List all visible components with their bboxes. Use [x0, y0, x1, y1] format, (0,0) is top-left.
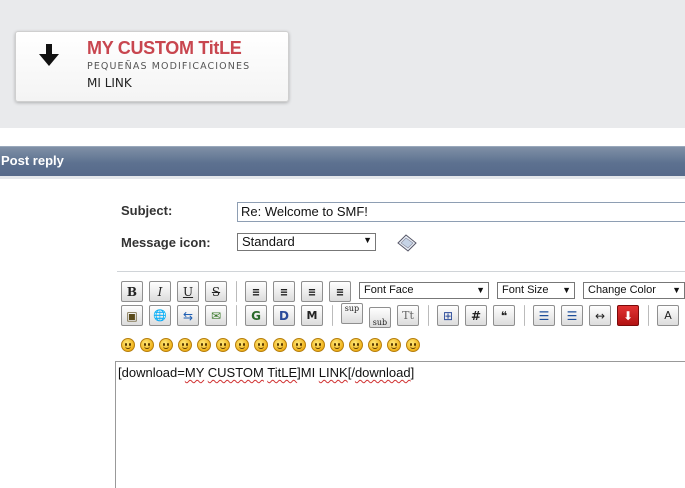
smiley-icon[interactable]	[178, 338, 192, 352]
email-icon: ✉	[210, 308, 222, 323]
horizontal-rule-button[interactable]: ↔	[589, 305, 611, 326]
smiley-icon[interactable]	[197, 338, 211, 352]
quote-button[interactable]: ❝	[493, 305, 515, 326]
smiley-icon[interactable]	[273, 338, 287, 352]
download-arrow-icon	[39, 44, 59, 66]
smiley-icon[interactable]	[235, 338, 249, 352]
superscript-button[interactable]: sup	[341, 303, 363, 324]
card-title: MY CUSTOM TitLE	[87, 38, 242, 58]
bbcode-text: [/	[347, 365, 355, 380]
insert-image-button[interactable]: ▣	[121, 305, 143, 326]
toggle-view-button[interactable]: A	[657, 305, 679, 326]
table-icon: ⊞	[442, 308, 454, 323]
align-left-button[interactable]: ≡	[245, 281, 267, 302]
chevron-down-icon: ▼	[562, 285, 571, 295]
spellcheck-word: TitLE	[267, 365, 298, 380]
toolbar-separator	[236, 281, 237, 302]
spellcheck-word: LINK	[318, 365, 348, 380]
toolbar-separator	[332, 305, 333, 326]
chevron-down-icon: ▼	[476, 285, 485, 295]
font-size-select[interactable]: Font Size ▼	[497, 282, 575, 299]
chevron-down-icon: ▼	[363, 235, 372, 245]
shadow-button[interactable]: D	[273, 305, 295, 326]
spellcheck-word: MY	[184, 365, 205, 380]
smiley-icon[interactable]	[368, 338, 382, 352]
subscript-button[interactable]: sub	[369, 307, 391, 328]
change-color-select[interactable]: Change Color ▼	[583, 282, 685, 299]
toolbar-separator	[236, 305, 237, 326]
smiley-icon[interactable]	[406, 338, 420, 352]
message-icon-label: Message icon:	[121, 235, 211, 250]
header-subbar	[0, 176, 685, 179]
toggle-view-icon: A	[664, 309, 672, 322]
image-icon: ▣	[126, 308, 138, 323]
align-center-button[interactable]: ≡	[301, 281, 323, 302]
subject-label: Subject:	[121, 203, 173, 218]
font-face-value: Font Face	[364, 284, 414, 296]
font-face-select[interactable]: Font Face ▼	[359, 282, 489, 299]
spellcheck-word: CUSTOM	[207, 365, 264, 380]
message-icon-preview-icon	[397, 234, 417, 252]
marquee-button[interactable]: M	[301, 305, 323, 326]
globe-icon: 🌐	[153, 309, 167, 322]
strikethrough-button[interactable]: S	[205, 281, 227, 302]
card-link[interactable]: MI LINK	[87, 76, 132, 90]
smiley-icon[interactable]	[387, 338, 401, 352]
toolbar-separator	[648, 305, 649, 326]
horizontal-rule-icon: ↔	[594, 308, 606, 323]
bbcode-text: ]	[410, 365, 415, 380]
custom-download-card[interactable]: MY CUSTOM TitLE PEQUEÑAS MODIFICACIONES …	[15, 31, 289, 102]
underline-button[interactable]: U	[177, 281, 199, 302]
bold-button[interactable]: B	[121, 281, 143, 302]
download-button[interactable]: ⬇	[617, 305, 639, 326]
message-icon-select[interactable]: Standard ▼	[237, 233, 376, 251]
numbered-list-icon: ☰	[566, 308, 578, 323]
bbcode-text: [download=	[118, 365, 185, 380]
font-size-value: Font Size	[502, 284, 549, 296]
bullet-list-button[interactable]: ☰	[533, 305, 555, 326]
message-textarea[interactable]: [download=MY CUSTOM TitLE]MI LINK[/downl…	[115, 361, 685, 488]
code-button[interactable]: #	[465, 305, 487, 326]
bbcode-text: ]MI	[297, 365, 319, 380]
table-button[interactable]: ⊞	[437, 305, 459, 326]
glow-button[interactable]: G	[245, 305, 267, 326]
insert-ftp-button[interactable]: ⇆	[177, 305, 199, 326]
smiley-icon[interactable]	[121, 338, 135, 352]
insert-link-button[interactable]: 🌐	[149, 305, 171, 326]
smiley-icon[interactable]	[292, 338, 306, 352]
toolbar-separator	[524, 305, 525, 326]
smiley-icon[interactable]	[254, 338, 268, 352]
toolbar-divider	[117, 271, 685, 272]
card-subtitle: PEQUEÑAS MODIFICACIONES	[87, 61, 251, 72]
ftp-icon: ⇆	[182, 308, 194, 323]
insert-email-button[interactable]: ✉	[205, 305, 227, 326]
change-color-value: Change Color	[588, 284, 656, 296]
spellcheck-word: download	[354, 365, 411, 380]
post-reply-title: Post reply	[1, 153, 64, 168]
smiley-icon[interactable]	[140, 338, 154, 352]
smiley-icon[interactable]	[349, 338, 363, 352]
quote-icon: ❝	[500, 308, 508, 323]
smiley-icon[interactable]	[311, 338, 325, 352]
italic-button[interactable]: I	[149, 281, 171, 302]
align-justify-button[interactable]: ≡	[273, 281, 295, 302]
bullet-list-icon: ☰	[538, 308, 550, 323]
download-icon: ⬇	[622, 308, 634, 323]
teletype-button[interactable]: Tt	[397, 305, 419, 326]
chevron-down-icon: ▼	[672, 285, 681, 295]
smiley-icon[interactable]	[159, 338, 173, 352]
toolbar-separator	[428, 305, 429, 326]
smiley-icon[interactable]	[330, 338, 344, 352]
post-reply-header: Post reply	[0, 146, 685, 176]
align-right-button[interactable]: ≡	[329, 281, 351, 302]
smiley-icon[interactable]	[216, 338, 230, 352]
subject-input[interactable]: Re: Welcome to SMF!	[237, 202, 685, 222]
numbered-list-button[interactable]: ☰	[561, 305, 583, 326]
message-icon-value: Standard	[242, 234, 295, 249]
